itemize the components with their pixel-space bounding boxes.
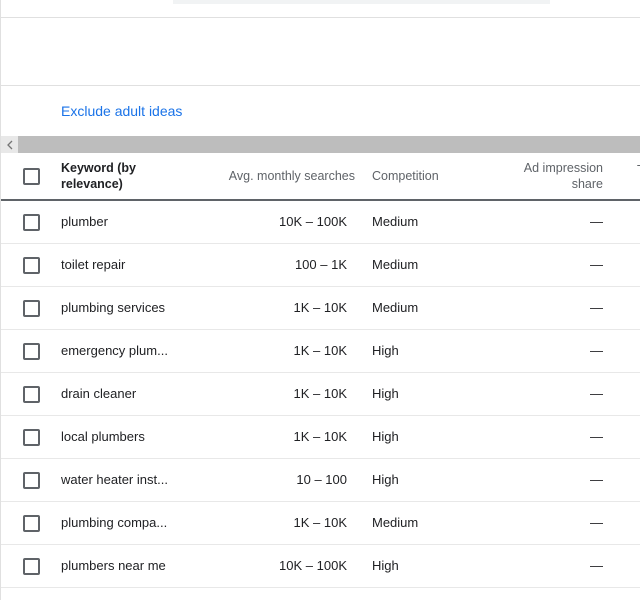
chevron-left-icon [6,140,12,149]
exclude-adult-ideas-link[interactable]: Exclude adult ideas [61,102,182,120]
competition-cell: High [372,429,399,444]
keyword-table: Keyword (by relevance) Avg. monthly sear… [1,153,640,588]
keyword-cell: plumbing compa... [61,515,168,530]
table-row[interactable]: toilet repair 100 – 1K Medium — [1,244,640,287]
competition-cell: High [372,343,399,358]
search-bar-remnant [173,0,550,4]
ad-impression-share-cell: — [590,343,603,358]
column-header-avg-monthly-searches[interactable]: Avg. monthly searches [229,168,355,184]
row-checkbox[interactable] [23,343,40,360]
ad-impression-share-cell: — [590,472,603,487]
horizontal-scrollbar[interactable] [1,136,640,153]
row-checkbox[interactable] [23,386,40,403]
keyword-ideas-panel: Exclude adult ideas Keyword (by relevanc… [0,0,640,600]
column-header-keyword[interactable]: Keyword (by relevance) [61,160,161,192]
avg-monthly-searches-cell: 1K – 10K [293,429,348,444]
table-row[interactable]: plumber 10K – 100K Medium — [1,201,640,244]
table-header-row: Keyword (by relevance) Avg. monthly sear… [1,153,640,201]
row-checkbox[interactable] [23,300,40,317]
select-all-checkbox[interactable] [23,168,40,185]
divider [1,17,640,18]
keyword-cell: local plumbers [61,429,145,444]
ad-impression-share-cell: — [590,257,603,272]
ad-impression-share-cell: — [590,429,603,444]
competition-cell: Medium [372,515,419,530]
competition-cell: High [372,558,399,573]
table-row[interactable]: drain cleaner 1K – 10K High — [1,373,640,416]
ad-impression-share-cell: — [590,558,603,573]
row-checkbox[interactable] [23,214,40,231]
avg-monthly-searches-cell: 10K – 100K [279,214,347,229]
table-row[interactable]: plumbing compa... 1K – 10K Medium — [1,502,640,545]
keyword-cell: toilet repair [61,257,126,272]
scroll-left-button[interactable] [1,136,18,153]
table-row[interactable]: emergency plum... 1K – 10K High — [1,330,640,373]
keyword-cell: emergency plum... [61,343,168,358]
divider [1,85,640,86]
avg-monthly-searches-cell: 1K – 10K [293,515,348,530]
keyword-cell: water heater inst... [61,472,168,487]
avg-monthly-searches-cell: 100 – 1K [294,257,347,272]
ad-impression-share-cell: — [590,300,603,315]
competition-cell: Medium [372,300,419,315]
table-row[interactable]: plumbers near me 10K – 100K High — [1,545,640,588]
keyword-cell: plumber [61,214,108,229]
row-checkbox[interactable] [23,515,40,532]
competition-cell: High [372,386,399,401]
competition-cell: High [372,472,399,487]
ad-impression-share-cell: — [590,214,603,229]
table-row[interactable]: plumbing services 1K – 10K Medium — [1,287,640,330]
keyword-cell: plumbing services [61,300,166,315]
keyword-cell: drain cleaner [61,386,137,401]
competition-cell: Medium [372,214,419,229]
row-checkbox[interactable] [23,472,40,489]
avg-monthly-searches-cell: 1K – 10K [293,300,348,315]
avg-monthly-searches-cell: 1K – 10K [293,343,348,358]
ad-impression-share-cell: — [590,386,603,401]
avg-monthly-searches-cell: 1K – 10K [293,386,348,401]
keyword-cell: plumbers near me [61,558,166,573]
ad-impression-share-cell: — [590,515,603,530]
row-checkbox[interactable] [23,558,40,575]
table-row[interactable]: water heater inst... 10 – 100 High — [1,459,640,502]
column-header-ad-impression-share[interactable]: Ad impression share [493,160,603,192]
row-checkbox[interactable] [23,429,40,446]
avg-monthly-searches-cell: 10K – 100K [279,558,347,573]
avg-monthly-searches-cell: 10 – 100 [296,472,347,487]
competition-cell: Medium [372,257,419,272]
table-row[interactable]: local plumbers 1K – 10K High — [1,416,640,459]
column-header-competition[interactable]: Competition [372,168,439,184]
row-checkbox[interactable] [23,257,40,274]
